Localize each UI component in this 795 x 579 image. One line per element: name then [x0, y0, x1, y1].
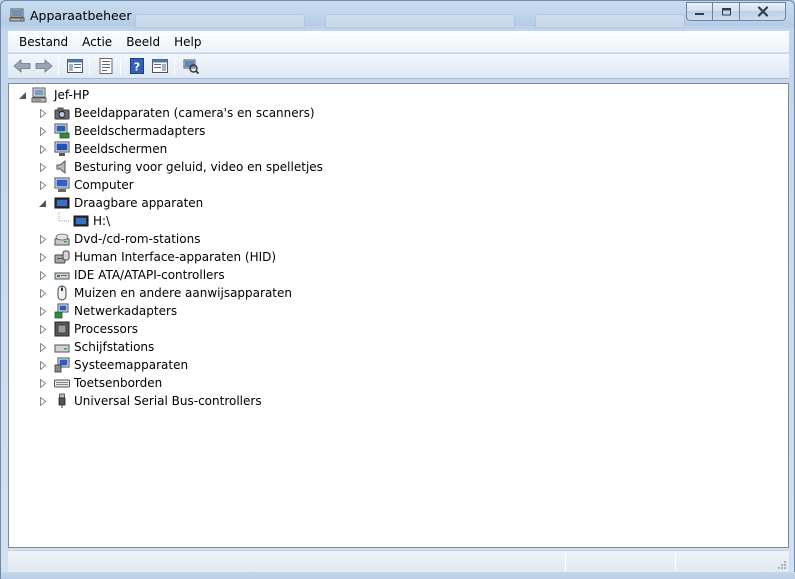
title-bar[interactable]: Apparaatbeheer [1, 1, 794, 31]
menu-help[interactable]: Help [167, 32, 208, 52]
tree-node-label: Computer [74, 178, 134, 192]
minimize-button[interactable] [686, 2, 713, 21]
tree-node-label: Beeldschermen [74, 142, 168, 156]
collapse-arrow-icon[interactable] [39, 199, 47, 208]
collapse-arrow-icon[interactable] [19, 91, 27, 100]
expand-arrow-icon[interactable] [39, 181, 47, 190]
tree-node-label: Dvd-/cd-rom-stations [74, 232, 201, 246]
forward-button[interactable] [34, 57, 54, 75]
tree-node-label: Toetsenborden [74, 376, 163, 390]
tree-node-label: Besturing voor geluid, video en spelletj… [74, 160, 323, 174]
device-manager-app-icon [9, 8, 25, 22]
computer-icon [31, 87, 47, 103]
tree-node-label: Human Interface-apparaten (HID) [74, 250, 277, 264]
status-separator [675, 553, 676, 571]
expand-arrow-icon[interactable] [39, 307, 47, 316]
toolbar-separator [58, 58, 59, 75]
tree-node-label: Systeemapparaten [74, 358, 189, 372]
portable-device-icon [54, 197, 70, 209]
menu-bar: Bestand Actie Beeld Help [8, 31, 789, 53]
computer-monitor-icon [54, 177, 70, 192]
mouse-icon [57, 285, 67, 301]
maximize-icon [721, 8, 731, 16]
properties-button[interactable] [96, 57, 116, 75]
maximize-button[interactable] [713, 2, 740, 21]
tree-node-label: Beeldapparaten (camera's en scanners) [74, 106, 315, 120]
scan-hardware-icon [183, 59, 199, 74]
network-adapter-icon [54, 303, 69, 319]
tree-connector-line [58, 212, 69, 222]
expand-arrow-icon[interactable] [39, 109, 47, 118]
display-adapter-icon [54, 123, 70, 139]
help-icon: ? [130, 58, 144, 74]
tree-node-label: Netwerkadapters [74, 304, 178, 318]
device-manager-window: Apparaatbeheer Bestand Actie Beeld Help … [0, 0, 795, 579]
tree-node-label: Muizen en andere aanwijsapparaten [74, 286, 292, 300]
ide-controller-icon [54, 272, 70, 280]
toolbar: ? [8, 54, 789, 79]
tree-node-label: Draagbare apparaten [74, 196, 204, 210]
forward-arrow-icon [35, 59, 53, 73]
tree-node-label: IDE ATA/ATAPI-controllers [74, 268, 225, 282]
tree-node-label: H:\ [93, 214, 111, 228]
window-bottom-frame [1, 572, 795, 579]
action-pane-button[interactable] [150, 57, 170, 75]
caption-buttons [686, 2, 786, 21]
system-devices-icon [54, 357, 70, 373]
close-button[interactable] [740, 2, 786, 21]
expand-arrow-icon[interactable] [39, 253, 47, 262]
background-taskbar-reflection [135, 14, 685, 28]
tree-node-label: Schijfstations [74, 340, 155, 354]
tree-node-label: Processors [74, 322, 139, 336]
usb-icon [58, 393, 66, 408]
status-bar [8, 550, 789, 572]
close-icon [757, 6, 768, 17]
portable-device-icon [73, 215, 89, 227]
expand-arrow-icon[interactable] [39, 379, 47, 388]
toolbar-separator [120, 58, 121, 75]
tree-node-label: Universal Serial Bus-controllers [74, 394, 262, 408]
menu-actie[interactable]: Actie [75, 32, 119, 52]
hid-icon [54, 250, 70, 264]
expand-arrow-icon[interactable] [39, 361, 47, 370]
expand-arrow-icon[interactable] [39, 325, 47, 334]
menu-bestand[interactable]: Bestand [8, 32, 75, 52]
show-hide-tree-button[interactable] [65, 57, 85, 75]
toolbar-separator [89, 58, 90, 75]
tree-node-label: Beeldschermadapters [74, 124, 206, 138]
resize-grip-icon[interactable] [776, 559, 787, 570]
tree-root-label: Jef-HP [54, 88, 90, 102]
keyboard-icon [54, 379, 70, 388]
action-pane-icon [152, 59, 168, 73]
svg-text:?: ? [134, 61, 140, 74]
expand-arrow-icon[interactable] [39, 397, 47, 406]
show-hide-console-tree-icon [67, 59, 83, 73]
back-arrow-icon [13, 59, 31, 73]
camera-icon [54, 107, 70, 120]
disk-drive-icon [54, 344, 70, 353]
expand-arrow-icon[interactable] [39, 145, 47, 154]
expand-arrow-icon[interactable] [39, 271, 47, 280]
expand-arrow-icon[interactable] [39, 127, 47, 136]
speaker-icon [56, 159, 66, 175]
menu-beeld[interactable]: Beeld [119, 32, 167, 52]
back-button[interactable] [12, 57, 32, 75]
minimize-icon [695, 13, 704, 15]
optical-drive-icon [54, 233, 70, 246]
status-separator [565, 553, 566, 571]
expand-arrow-icon[interactable] [39, 343, 47, 352]
processor-icon [54, 321, 70, 337]
expand-arrow-icon[interactable] [39, 235, 47, 244]
properties-icon [99, 58, 113, 74]
expand-arrow-icon[interactable] [39, 163, 47, 172]
help-button[interactable]: ? [127, 57, 147, 75]
expand-arrow-icon[interactable] [39, 289, 47, 298]
window-title: Apparaatbeheer [30, 8, 132, 23]
monitor-icon [54, 141, 70, 156]
scan-hardware-button[interactable] [181, 57, 201, 75]
device-tree-pane[interactable]: Jef-HP Beeldapparaten (camera's en scann… [8, 83, 789, 548]
toolbar-separator [174, 58, 175, 75]
